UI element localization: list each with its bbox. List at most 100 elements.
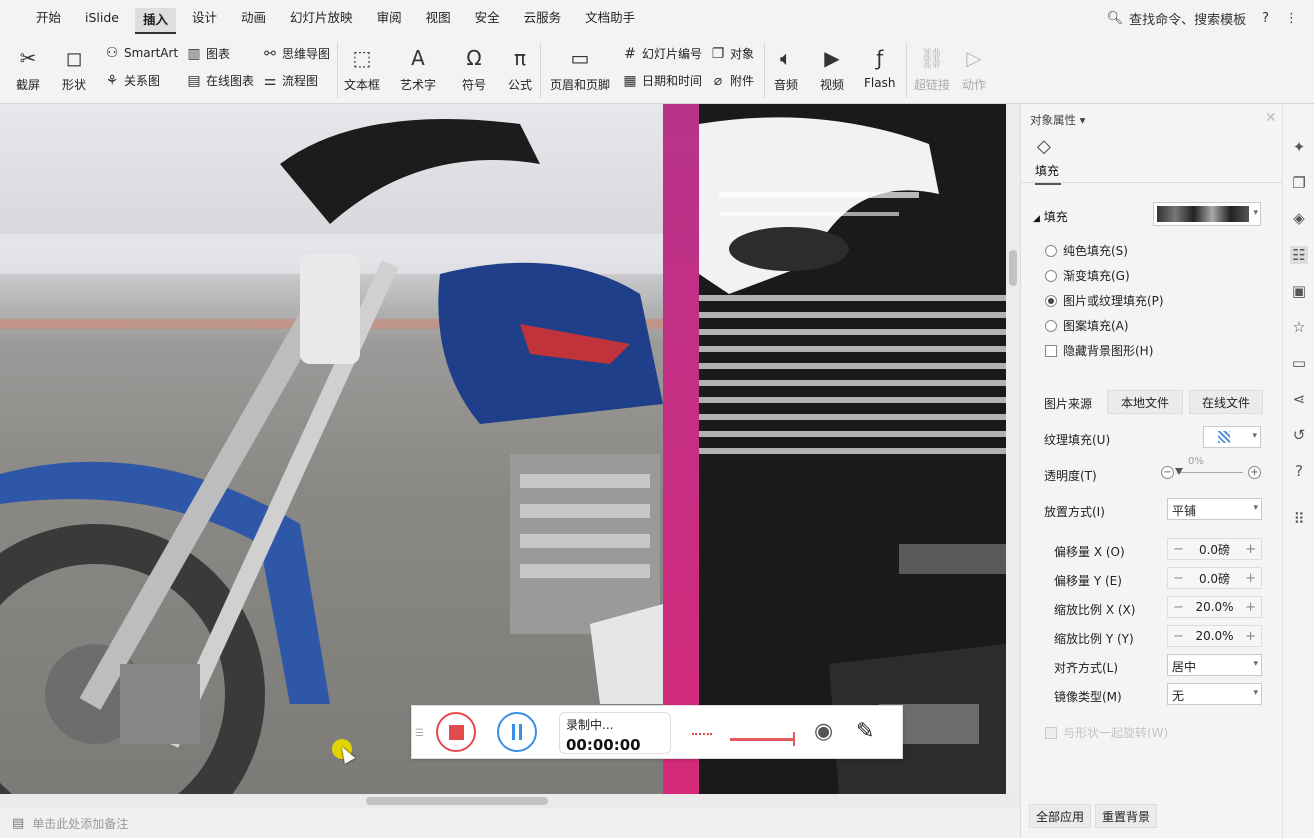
horizontal-scrollbar[interactable] [0,794,1020,808]
record-timer: 00:00:00 [566,736,641,754]
textbox-button[interactable]: ⬚ 文本框 [344,40,380,93]
symbol-button[interactable]: Ω 符号 [460,40,488,93]
reset-background-button[interactable]: 重置背景 [1095,804,1158,828]
radio-picture[interactable] [1045,294,1057,307]
screenshot-button[interactable]: ✂ 截屏 [14,40,42,93]
menu-insert[interactable]: 插入 [135,7,177,34]
menu-security[interactable]: 安全 [463,0,512,36]
radio-solid[interactable] [1045,244,1057,257]
star-icon[interactable]: ☆ [1290,318,1308,336]
online-file-button[interactable]: 在线文件 [1189,390,1263,414]
fill-section-header[interactable]: ◢ 填充 [1033,208,1068,225]
fill-option-pattern[interactable]: 图案填充(A) [1045,317,1129,334]
online-chart-button[interactable]: ▤ 在线图表 [186,72,254,89]
pen-icon[interactable]: ✎ [856,719,874,744]
minus-icon[interactable]: − [1161,466,1174,479]
video-button[interactable]: ▶ 视频 [818,40,846,93]
chart-button[interactable]: ▥ 图表 [186,45,230,62]
shapes-icon: ◻ [65,46,83,70]
slide-number-button[interactable]: # 幻灯片编号 [622,45,702,62]
vertical-scrollbar[interactable] [1006,104,1020,794]
copy-icon[interactable]: ❐ [1290,174,1308,192]
hide-background-checkbox[interactable]: 隐藏背景图形(H) [1045,342,1153,359]
close-icon[interactable]: ✕ [1265,110,1277,126]
mirror-label: 镜像类型(M) [1054,690,1122,704]
share-icon[interactable]: ⋖ [1290,390,1308,408]
menu-review[interactable]: 审阅 [365,0,414,36]
slider-track[interactable] [1177,472,1243,473]
menu-doc-assistant[interactable]: 文档助手 [573,0,647,36]
horizontal-scroll-thumb[interactable] [366,797,548,805]
shapes-button[interactable]: ◻ 形状 [60,40,88,93]
wordart-button[interactable]: A 艺术字 [400,40,436,93]
header-footer-button[interactable]: ▭ 页眉和页脚 [550,40,610,93]
fill-option-solid[interactable]: 纯色填充(S) [1045,242,1128,259]
minus-icon[interactable]: − [1173,542,1184,557]
stop-record-button[interactable] [436,712,476,752]
notes-area[interactable]: ▤ 单击此处添加备注 [0,808,1020,838]
radio-gradient[interactable] [1045,269,1057,282]
placement-dropdown[interactable]: 平铺 ▾ [1167,498,1262,520]
menu-islide[interactable]: iSlide [73,0,131,36]
minus-icon[interactable]: − [1173,600,1184,615]
attachment-button[interactable]: ⌀ 附件 [710,72,754,89]
menu-design[interactable]: 设计 [180,0,229,36]
object-button[interactable]: ❐ 对象 [710,45,754,62]
mirror-dropdown[interactable]: 无 ▾ [1167,683,1262,705]
formula-button[interactable]: π 公式 [506,40,534,93]
plus-icon[interactable]: + [1245,629,1256,644]
menu-view[interactable]: 视图 [414,0,463,36]
checkbox-hide-bg[interactable] [1045,344,1057,357]
more-icon[interactable]: ⋮ [1285,11,1298,26]
menu-animation[interactable]: 动画 [229,0,278,36]
align-dropdown[interactable]: 居中 ▾ [1167,654,1262,676]
flash-button[interactable]: ƒ Flash [864,40,895,90]
minus-icon[interactable]: − [1173,571,1184,586]
menu-cloud[interactable]: 云服务 [512,0,574,36]
audio-button[interactable]: 🔈︎ 音频 [772,40,800,93]
drag-handle-icon[interactable]: ☰ [415,728,424,739]
shirt-stripe [699,295,1006,301]
help-icon[interactable]: ? [1262,11,1269,26]
plus-icon[interactable]: + [1245,571,1256,586]
radio-pattern[interactable] [1045,319,1057,332]
menu-home[interactable]: 开始 [24,0,73,36]
fill-picture-dropdown[interactable]: ▾ [1153,202,1261,226]
image-icon[interactable]: ▣ [1290,282,1308,300]
scale-x-stepper[interactable]: −20.0% + [1167,596,1262,618]
plus-icon[interactable]: + [1248,466,1261,479]
offset-y-stepper[interactable]: −0.0磅 + [1167,567,1262,589]
command-search[interactable]: 🔍︎ 查找命令、搜索模板 [1107,9,1247,28]
mindmap-button[interactable]: ⚯ 思维导图 [262,45,330,62]
grid-icon[interactable]: ⠿ [1290,510,1308,528]
volume-level-bar[interactable] [730,738,794,741]
datetime-button[interactable]: ▦ 日期和时间 [622,72,702,89]
transparency-slider[interactable]: − 0% + [1161,456,1261,481]
pause-record-button[interactable] [497,712,537,752]
panel-title[interactable]: 对象属性 ▾ [1030,112,1085,128]
scale-y-stepper[interactable]: −20.0% + [1167,625,1262,647]
properties-icon[interactable]: ☷ [1290,246,1308,264]
template-icon[interactable]: ✦ [1290,138,1308,156]
help-circle-icon[interactable]: ? [1290,462,1308,480]
history-icon[interactable]: ↺ [1290,426,1308,444]
vertical-scroll-thumb[interactable] [1009,250,1017,286]
local-file-button[interactable]: 本地文件 [1107,390,1183,414]
texture-fill-dropdown[interactable]: ▾ [1203,426,1261,448]
shapes-icon[interactable]: ◈ [1290,209,1308,227]
menu-slideshow[interactable]: 幻灯片放映 [278,0,365,36]
minus-icon[interactable]: − [1173,629,1184,644]
fill-option-gradient[interactable]: 渐变填充(G) [1045,267,1130,284]
flowchart-button[interactable]: ⚌ 流程图 [262,72,318,89]
relation-button[interactable]: ⚘ 关系图 [104,72,160,89]
slider-knob[interactable] [1175,468,1183,475]
offset-x-stepper[interactable]: −0.0磅 + [1167,538,1262,560]
fill-option-picture[interactable]: 图片或纹理填充(P) [1045,292,1164,309]
apply-all-button[interactable]: 全部应用 [1029,804,1092,828]
smartart-button[interactable]: ⚇ SmartArt [104,45,178,61]
ribbon-separator [540,42,541,98]
plus-icon[interactable]: + [1245,542,1256,557]
plus-icon[interactable]: + [1245,600,1256,615]
webcam-icon[interactable]: ◉ [814,719,833,744]
box-icon[interactable]: ▭ [1290,354,1308,372]
